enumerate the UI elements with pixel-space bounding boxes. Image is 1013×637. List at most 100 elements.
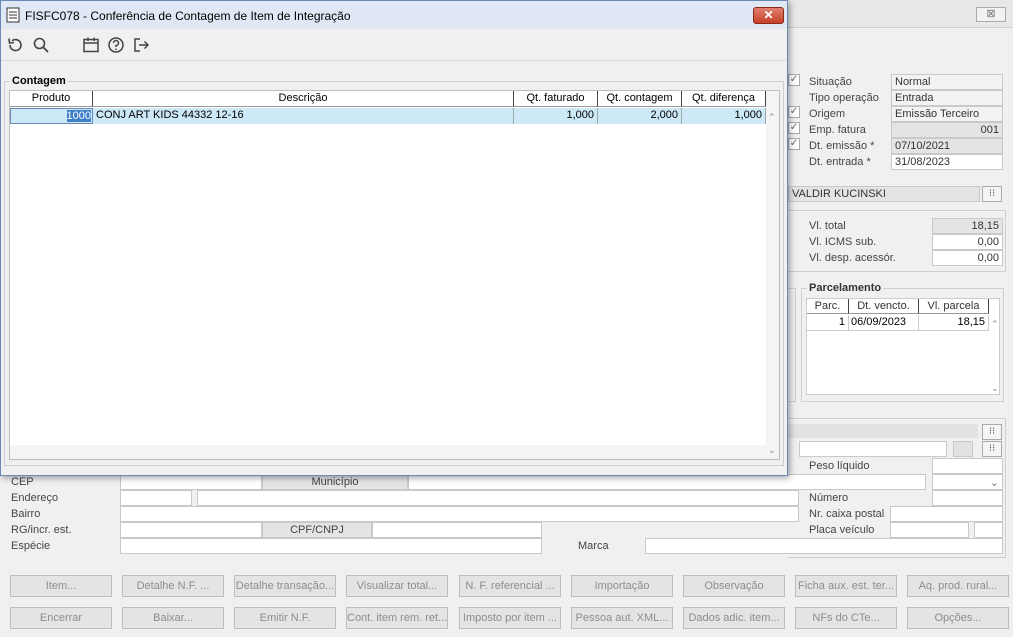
- dt-entrada-label: Dt. entrada *: [809, 156, 871, 168]
- grid-scroll-down-arrow[interactable]: ⌄: [768, 445, 776, 455]
- valor-parcela-cell[interactable]: 18,15: [919, 315, 989, 331]
- search-icon[interactable]: [32, 36, 50, 54]
- dt-emissao-field[interactable]: 07/10/2021: [891, 138, 1003, 154]
- help-icon[interactable]: [107, 36, 125, 54]
- caixa-postal-label: Nr. caixa postal: [809, 508, 885, 520]
- rg-label: RG/incr. est.: [11, 524, 72, 536]
- checkbox[interactable]: ✓: [788, 74, 800, 86]
- dialog-close-button[interactable]: ✕: [753, 7, 784, 24]
- descricao-cell[interactable]: CONJ ART KIDS 44332 12-16: [93, 108, 514, 124]
- exit-icon[interactable]: [132, 36, 150, 54]
- contagem-grid[interactable]: Produto Descrição Qt. faturado Qt. conta…: [9, 90, 780, 460]
- vl-total-label: Vl. total: [809, 220, 846, 232]
- parc-header: Parc.: [807, 299, 849, 314]
- qt-diferenca-header[interactable]: Qt. diferença: [682, 91, 766, 107]
- lookup-button-2[interactable]: ⁝⁝: [982, 441, 1002, 457]
- vl-desp-acessor-field[interactable]: 0,00: [932, 250, 1003, 266]
- qt-contagem-cell[interactable]: 2,000: [598, 108, 682, 124]
- tipo-operacao-field[interactable]: Entrada: [891, 90, 1003, 106]
- vl-icms-sub-label: Vl. ICMS sub.: [809, 236, 877, 248]
- emitir-nf-button[interactable]: Emitir N.F.: [234, 607, 336, 629]
- vencto-header: Dt. vencto.: [849, 299, 919, 314]
- endereco-label: Endereço: [11, 492, 59, 504]
- origem-label: Origem: [809, 108, 846, 120]
- vencto-cell[interactable]: 06/09/2023: [849, 315, 919, 331]
- peso-dropdown[interactable]: ⌄: [932, 474, 1003, 490]
- checkbox[interactable]: ✓: [788, 138, 800, 150]
- grid-horizontal-scrollbar[interactable]: [10, 445, 766, 459]
- cont-item-rem-button[interactable]: Cont. item rem. ret...: [346, 607, 448, 629]
- emp-fatura-field[interactable]: 001: [891, 122, 1003, 138]
- situacao-field[interactable]: Normal: [891, 74, 1003, 90]
- municipio-field[interactable]: [408, 474, 926, 490]
- lower-field[interactable]: [799, 441, 947, 457]
- dialog-titlebar[interactable]: FISFC078 - Conferência de Contagem de It…: [1, 1, 787, 29]
- pessoa-aut-xml-button[interactable]: Pessoa aut. XML...: [571, 607, 673, 629]
- observacao-button[interactable]: Observação: [683, 575, 785, 597]
- detalhe-nf-button[interactable]: Detalhe N.F. ...: [122, 575, 224, 597]
- parcelamento-grid[interactable]: Parc. Dt. vencto. Vl. parcela 1 06/09/20…: [806, 298, 1000, 395]
- produto-header[interactable]: Produto: [10, 91, 93, 107]
- contagem-title: Contagem: [10, 75, 68, 87]
- cpf-cnpj-field[interactable]: [372, 522, 542, 538]
- lookup-button[interactable]: ⁝⁝: [982, 424, 1002, 440]
- grid-vertical-scrollbar[interactable]: [766, 91, 779, 459]
- rg-field[interactable]: [120, 522, 262, 538]
- numero-field[interactable]: [932, 490, 1003, 506]
- scroll-down-arrow[interactable]: ⌄: [991, 383, 999, 393]
- vl-total-field[interactable]: 18,15: [932, 218, 1003, 234]
- aq-prod-rural-button[interactable]: Aq. prod. rural...: [907, 575, 1009, 597]
- checkbox[interactable]: ✓: [788, 106, 800, 118]
- grid-scroll-up-arrow[interactable]: ⌃: [768, 112, 776, 122]
- placa-uf-field[interactable]: [974, 522, 1003, 538]
- scroll-up-arrow[interactable]: ⌃: [991, 319, 999, 329]
- checkbox[interactable]: ✓: [788, 122, 800, 134]
- produto-cell[interactable]: 1000: [10, 108, 93, 124]
- baixar-button[interactable]: Baixar...: [122, 607, 224, 629]
- encerrar-button[interactable]: Encerrar: [10, 607, 112, 629]
- qt-diferenca-cell[interactable]: 1,000: [682, 108, 766, 124]
- importacao-button[interactable]: Importação: [571, 575, 673, 597]
- municipio-label: Município: [262, 474, 408, 490]
- qt-faturado-header[interactable]: Qt. faturado: [514, 91, 598, 107]
- ficha-aux-button[interactable]: Ficha aux. est. ter...: [795, 575, 897, 597]
- endereco-type-field[interactable]: [120, 490, 192, 506]
- tipo-operacao-label: Tipo operação: [809, 92, 879, 104]
- person-name-field[interactable]: VALDIR KUCINSKI: [788, 186, 980, 202]
- dados-adic-item-button[interactable]: Dados adic. item...: [683, 607, 785, 629]
- bairro-field[interactable]: [120, 506, 799, 522]
- placa-veiculo-label: Placa veículo: [809, 524, 875, 536]
- main-close-button[interactable]: ⊠: [976, 7, 1006, 22]
- peso-liquido-field[interactable]: [932, 458, 1003, 474]
- endereco-field[interactable]: [197, 490, 799, 506]
- placa-veiculo-field[interactable]: [890, 522, 969, 538]
- parcelamento-title: Parcelamento: [807, 282, 884, 294]
- descricao-header[interactable]: Descrição: [93, 91, 514, 107]
- parc-cell[interactable]: 1: [807, 315, 849, 331]
- opcoes-button[interactable]: Opções...: [907, 607, 1009, 629]
- visualizar-total-button[interactable]: Visualizar total...: [346, 575, 448, 597]
- person-lookup-button[interactable]: ⁝⁝: [982, 186, 1002, 202]
- especie-field[interactable]: [120, 538, 542, 554]
- origem-field[interactable]: Emissão Terceiro: [891, 106, 1003, 122]
- bairro-label: Bairro: [11, 508, 41, 520]
- caixa-postal-field[interactable]: [890, 506, 1003, 522]
- vl-icms-sub-field[interactable]: 0,00: [932, 234, 1003, 250]
- qt-contagem-header[interactable]: Qt. contagem: [598, 91, 682, 107]
- dialog-toolbar: [1, 29, 787, 61]
- valor-parcela-header: Vl. parcela: [919, 299, 989, 314]
- cep-field[interactable]: [120, 474, 262, 490]
- detalhe-transacao-button[interactable]: Detalhe transação...: [234, 575, 336, 597]
- item-button[interactable]: Item...: [10, 575, 112, 597]
- situacao-label: Situação: [809, 76, 852, 88]
- numero-label: Número: [809, 492, 849, 504]
- nfs-do-cte-button[interactable]: NFs do CTe...: [795, 607, 897, 629]
- qt-faturado-cell[interactable]: 1,000: [514, 108, 598, 124]
- dt-entrada-field[interactable]: 31/08/2023: [891, 154, 1003, 170]
- refresh-icon[interactable]: [6, 36, 24, 54]
- nf-referencial-button[interactable]: N. F. referencial ...: [459, 575, 561, 597]
- marca-field[interactable]: [645, 538, 1003, 554]
- calendar-icon[interactable]: [82, 36, 100, 54]
- cep-label: CEP: [11, 476, 34, 488]
- imposto-por-item-button[interactable]: Imposto por item ...: [459, 607, 561, 629]
